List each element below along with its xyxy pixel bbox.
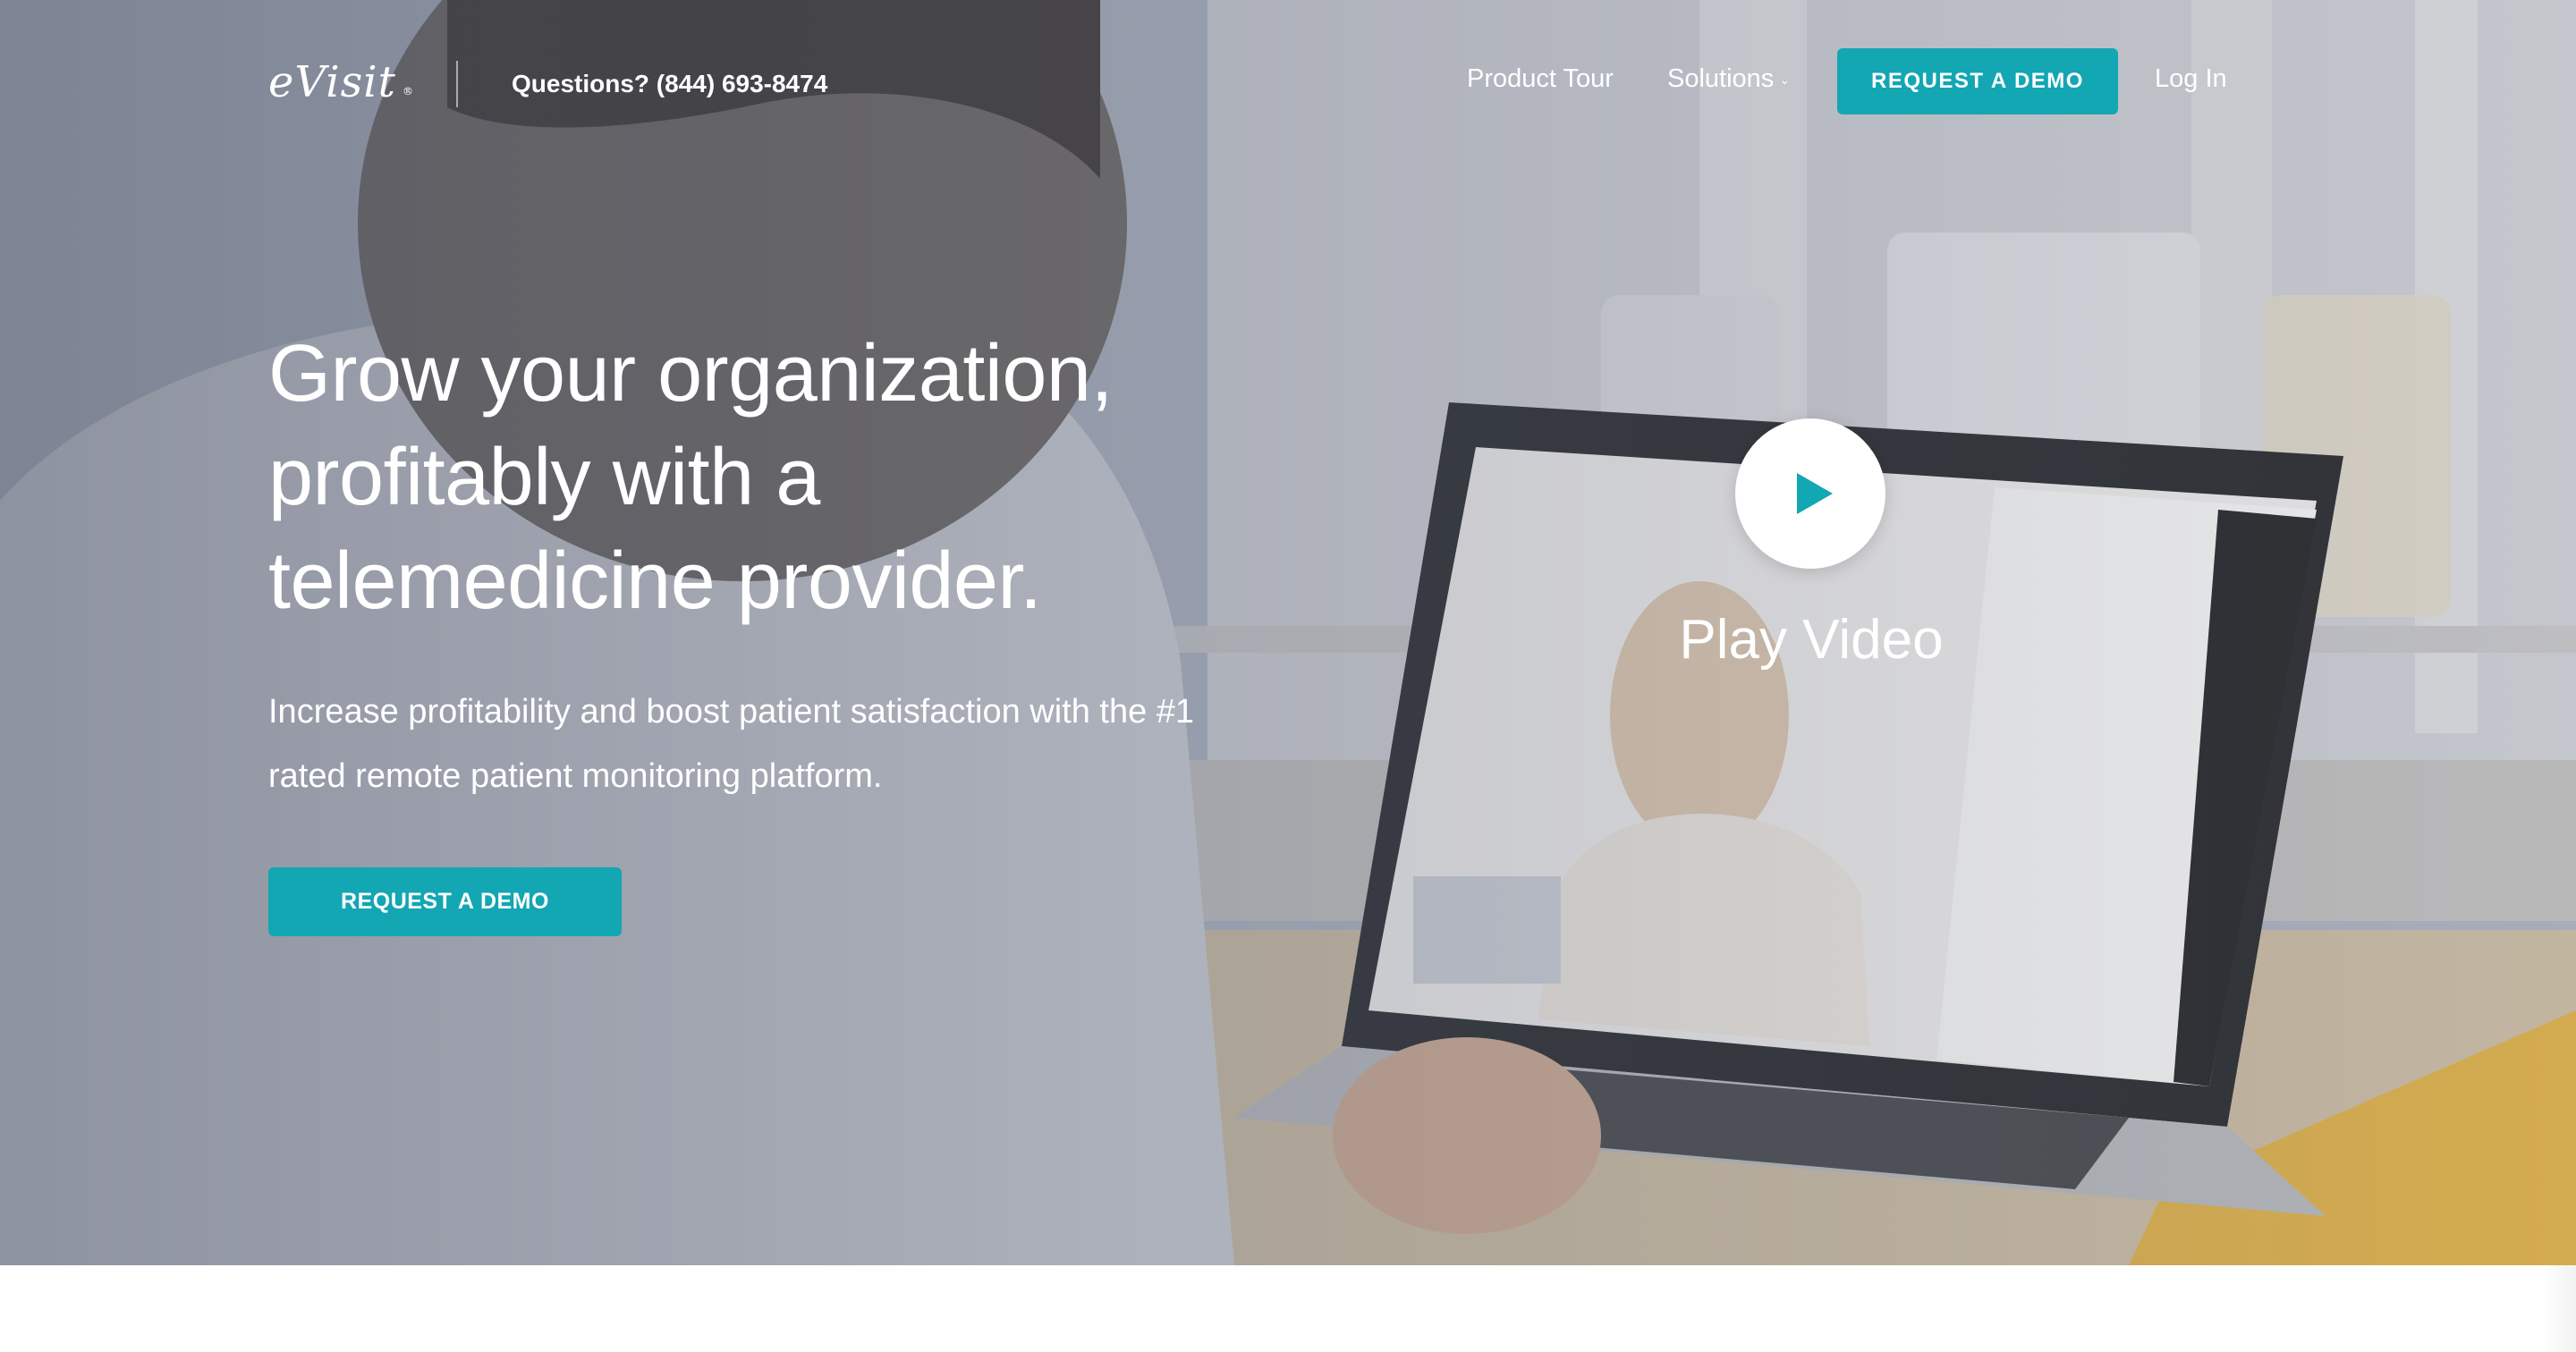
hero-headline: Grow your organization, profitably with …: [268, 322, 1431, 633]
header-phone[interactable]: Questions? (844) 693-8474: [512, 66, 827, 102]
hero-subtext: Increase profitability and boost patient…: [268, 680, 1324, 808]
below-fold-section: [0, 1265, 2576, 1352]
page: eVisit ® Questions? (844) 693-8474 Produ…: [0, 0, 2576, 1352]
subtext-line: rated remote patient monitoring platform…: [268, 757, 883, 795]
subtext-line: Increase profitability and boost patient…: [268, 693, 1195, 731]
nav-solutions-label: Solutions: [1667, 64, 1775, 93]
play-icon: [1797, 473, 1833, 514]
login-link[interactable]: Log In: [2155, 61, 2227, 97]
headline-line: telemedicine provider.: [268, 537, 1042, 626]
request-demo-hero-button[interactable]: REQUEST A DEMO: [268, 867, 622, 936]
play-video-label[interactable]: Play Video: [1628, 604, 1995, 676]
logo-text: eVisit: [268, 57, 396, 107]
scrollbar-shadow: [2542, 1265, 2576, 1352]
headline-line: profitably with a: [268, 433, 820, 522]
request-demo-header-button[interactable]: REQUEST A DEMO: [1837, 48, 2118, 114]
hero-section: eVisit ® Questions? (844) 693-8474 Produ…: [0, 0, 2576, 1265]
play-video-button[interactable]: [1735, 418, 1885, 569]
nav-product-tour[interactable]: Product Tour: [1467, 61, 1614, 97]
registered-mark: ®: [402, 85, 414, 97]
nav-solutions[interactable]: Solutions ⌄: [1667, 61, 1790, 97]
chevron-down-icon: ⌄: [1779, 72, 1791, 88]
headline-line: Grow your organization,: [268, 329, 1113, 418]
header-divider: [456, 61, 458, 107]
evisit-logo[interactable]: eVisit ®: [268, 55, 413, 109]
